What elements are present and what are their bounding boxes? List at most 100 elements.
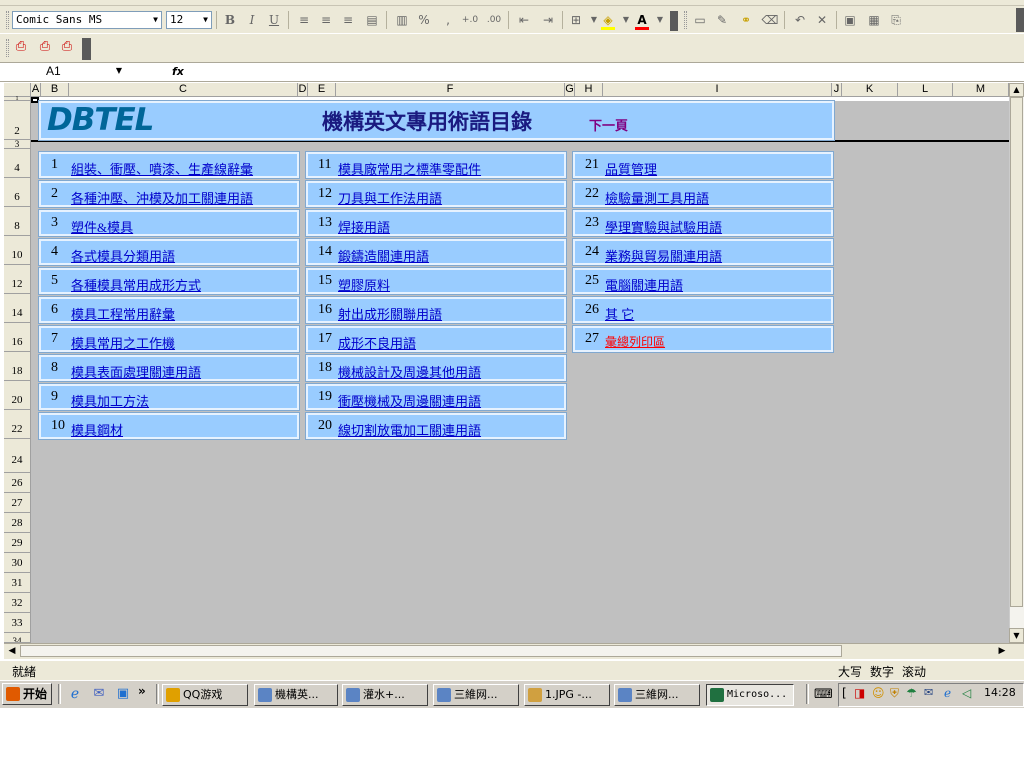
delete-comment-icon[interactable]: ✕: [812, 10, 832, 30]
toc-item-link[interactable]: 組裝、衝壓、噴漆、生產線辭彙: [71, 159, 253, 178]
toc-item-link[interactable]: 機械設計及周邊其他用語: [338, 362, 481, 381]
col-header-b[interactable]: B: [41, 83, 69, 97]
toc-item-link[interactable]: 焊接用語: [338, 217, 390, 236]
toc-item-link[interactable]: 模具常用之工作機: [71, 333, 175, 352]
toc-item[interactable]: 6 模具工程常用辭彙: [38, 296, 300, 324]
currency-icon[interactable]: ▥: [392, 10, 412, 30]
toc-item-link[interactable]: 其 它: [605, 304, 634, 323]
toc-item[interactable]: 8 模具表面處理關連用語: [38, 354, 300, 382]
col-header-e[interactable]: E: [308, 83, 336, 97]
bold-button[interactable]: B: [220, 10, 240, 30]
review-icon[interactable]: ▣: [840, 10, 860, 30]
taskbar-item[interactable]: 機構英...: [254, 684, 338, 706]
toc-item[interactable]: 7 模具常用之工作機: [38, 325, 300, 353]
drawing-rect-icon[interactable]: ▭: [690, 10, 710, 30]
toc-item[interactable]: 21 品質管理: [572, 151, 834, 179]
toc-item-link[interactable]: 各種沖壓、沖模及加工關連用語: [71, 188, 253, 207]
taskbar-item[interactable]: 1.JPG -...: [524, 684, 610, 706]
toc-item[interactable]: 17 成形不良用語: [305, 325, 567, 353]
row-header-8[interactable]: 8: [4, 207, 31, 236]
row-header-6[interactable]: 6: [4, 178, 31, 207]
chevron-down-icon[interactable]: ▼: [113, 64, 125, 78]
col-header-h[interactable]: H: [575, 83, 603, 97]
row-header-31[interactable]: 31: [4, 573, 31, 593]
start-button[interactable]: 开始: [2, 683, 52, 705]
align-center-icon[interactable]: ≡: [316, 10, 336, 30]
toc-item[interactable]: 22 檢驗量測工具用語: [572, 180, 834, 208]
toc-item[interactable]: 20 線切割放電加工關連用語: [305, 412, 567, 440]
compare-icon[interactable]: ▦: [864, 10, 884, 30]
desktop-icon[interactable]: ▣: [114, 686, 132, 704]
toc-item[interactable]: 3 塑件&模具: [38, 209, 300, 237]
toc-item-link[interactable]: 業務與貿易關連用語: [605, 246, 722, 265]
drawing-link-icon[interactable]: ⚭: [736, 10, 756, 30]
col-header-a[interactable]: A: [31, 83, 41, 97]
font-name-select[interactable]: Comic Sans MS ▼: [12, 11, 162, 29]
row-header-10[interactable]: 10: [4, 236, 31, 265]
col-header-i[interactable]: I: [603, 83, 832, 97]
row-header-30[interactable]: 30: [4, 553, 31, 573]
name-box[interactable]: A1: [2, 63, 128, 80]
row-header-32[interactable]: 32: [4, 593, 31, 613]
toc-item-link[interactable]: 學理實驗與試驗用語: [605, 217, 722, 236]
row-header-14[interactable]: 14: [4, 294, 31, 323]
tray-app-icon[interactable]: ◨: [854, 686, 870, 702]
taskbar-item-excel[interactable]: Microso...: [706, 684, 794, 706]
borders-icon[interactable]: ⊞: [566, 10, 586, 30]
decrease-indent-icon[interactable]: ⇤: [514, 10, 534, 30]
pdf-review-icon[interactable]: ⎙: [58, 39, 76, 57]
decrease-decimal-icon[interactable]: .00: [484, 10, 504, 30]
col-header-d[interactable]: D: [298, 83, 308, 97]
toolbar-grip[interactable]: [6, 11, 9, 29]
col-header-m[interactable]: M: [953, 83, 1009, 97]
qq-icon[interactable]: ☺: [872, 686, 888, 702]
toolbar-grip[interactable]: [6, 39, 9, 57]
taskbar-item[interactable]: 三維网...: [433, 684, 519, 706]
taskbar-item[interactable]: 三維网...: [614, 684, 700, 706]
toolbar-grip[interactable]: [684, 11, 687, 29]
scroll-right-icon[interactable]: ▶: [994, 644, 1010, 658]
toc-item-link[interactable]: 衝壓機械及周邊關連用語: [338, 391, 481, 410]
toolbar-options-icon[interactable]: [82, 38, 91, 60]
toc-item[interactable]: 18 機械設計及周邊其他用語: [305, 354, 567, 382]
quicklaunch-overflow[interactable]: »: [138, 684, 152, 704]
toc-item-link[interactable]: 模具鋼材: [71, 420, 123, 439]
toolbar-options-icon[interactable]: [670, 11, 678, 31]
toc-item[interactable]: 4 各式模具分類用語: [38, 238, 300, 266]
toolbar-overflow-icon[interactable]: [1016, 8, 1024, 32]
row-header-22[interactable]: 22: [4, 410, 31, 439]
undo-comment-icon[interactable]: ↶: [790, 10, 810, 30]
toc-item-link[interactable]: 彙總列印區: [605, 333, 665, 350]
fx-button[interactable]: fx: [172, 63, 190, 80]
toc-item[interactable]: 9 模具加工方法: [38, 383, 300, 411]
umbrella-icon[interactable]: ☂: [906, 686, 922, 702]
scroll-up-icon[interactable]: ▲: [1009, 83, 1024, 97]
row-header-3[interactable]: 3: [4, 140, 31, 149]
row-header-20[interactable]: 20: [4, 381, 31, 410]
ie-icon[interactable]: ℯ: [66, 686, 84, 704]
col-header-c[interactable]: C: [69, 83, 298, 97]
toc-item[interactable]: 10 模具鋼材: [38, 412, 300, 440]
underline-button[interactable]: U: [264, 10, 284, 30]
row-header-16[interactable]: 16: [4, 323, 31, 352]
toc-item[interactable]: 25 電腦關連用語: [572, 267, 834, 295]
toc-item-link[interactable]: 各式模具分類用語: [71, 246, 175, 265]
scroll-left-icon[interactable]: ◀: [4, 644, 20, 658]
row-header-27[interactable]: 27: [4, 493, 31, 513]
toc-item[interactable]: 24 業務與貿易關連用語: [572, 238, 834, 266]
col-header-f[interactable]: F: [336, 83, 565, 97]
toc-item-link[interactable]: 電腦關連用語: [605, 275, 683, 294]
toc-item[interactable]: 16 射出成形關聯用語: [305, 296, 567, 324]
toc-item[interactable]: 27 彙總列印區: [572, 325, 834, 353]
vertical-scroll-thumb[interactable]: [1010, 97, 1023, 607]
horizontal-scroll-thumb[interactable]: [20, 645, 842, 657]
xun-icon[interactable]: ✉: [924, 686, 942, 702]
row-header-12[interactable]: 12: [4, 265, 31, 294]
toc-item-link[interactable]: 鍛鑄造關連用語: [338, 246, 429, 265]
pdf-email-icon[interactable]: ⎙: [36, 39, 54, 57]
row-header-29[interactable]: 29: [4, 533, 31, 553]
chevron-down-icon[interactable]: ▼: [200, 12, 211, 28]
increase-indent-icon[interactable]: ⇥: [538, 10, 558, 30]
drawing-delete-icon[interactable]: ⌫: [760, 10, 780, 30]
toc-item[interactable]: 5 各種模具常用成形方式: [38, 267, 300, 295]
